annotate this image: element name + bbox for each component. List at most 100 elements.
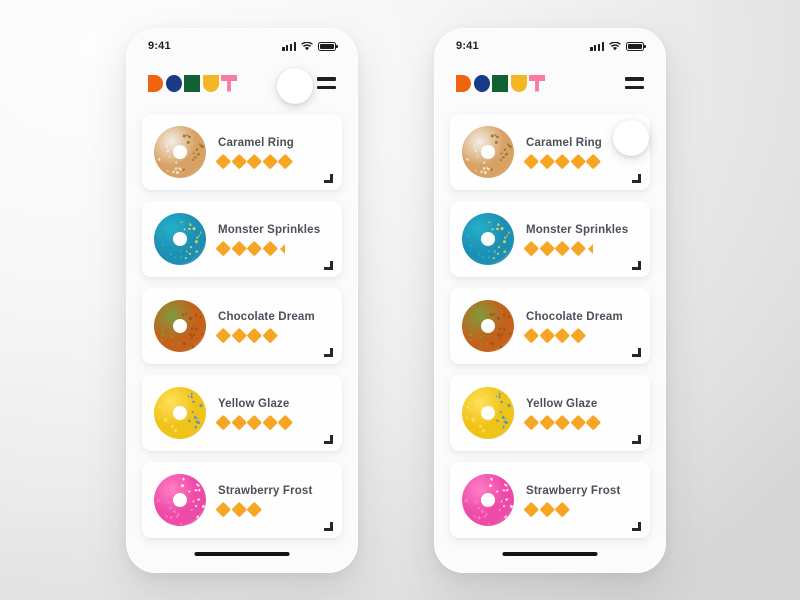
donut-sprinkle: [169, 515, 173, 520]
rating-diamond-full-icon: [570, 415, 586, 430]
cursor-pointer-right[interactable]: [613, 120, 649, 156]
rating-diamond-full-icon: [231, 328, 247, 343]
donut-sprinkle: [488, 522, 490, 525]
rating-diamond-full-icon: [523, 241, 539, 256]
donut-hole: [481, 145, 495, 159]
logo-letter-u-icon: [510, 74, 527, 92]
donut-logo[interactable]: [148, 74, 237, 92]
donut-sprinkle: [178, 249, 182, 253]
card-corner-marker-icon: [632, 261, 641, 270]
donut-card-monster-sprinkles[interactable]: Monster Sprinkles: [142, 201, 342, 277]
donut-rating[interactable]: [215, 154, 330, 169]
card-corner-marker-icon: [632, 174, 641, 183]
status-bar-time: 9:41: [148, 40, 171, 52]
rating-diamond-full-icon: [539, 154, 555, 169]
donut-list-right: Caramel Ring Monster Sprinkles Chocolate D…: [434, 108, 666, 538]
donut-rating[interactable]: [523, 328, 638, 343]
wifi-icon: [301, 41, 313, 51]
status-bar: 9:41: [126, 28, 358, 58]
donut-card-body: Monster Sprinkles: [523, 224, 638, 256]
rating-diamond-full-icon: [215, 415, 231, 430]
donut-sprinkle: [491, 227, 494, 231]
status-bar-icons: [590, 41, 646, 51]
donut-card-chocolate-dream[interactable]: Chocolate Dream: [450, 288, 650, 364]
hamburger-bar-top: [317, 77, 336, 81]
donut-hole: [481, 493, 495, 507]
rating-diamond-full-icon: [262, 241, 278, 256]
donut-thumbnail-image: [154, 300, 206, 352]
donut-card-body: Chocolate Dream: [523, 311, 638, 343]
donut-thumbnail-image: [462, 387, 514, 439]
donut-card-strawberry-frost[interactable]: Strawberry Frost: [450, 462, 650, 538]
donut-hole: [173, 232, 187, 246]
rating-diamond-half-icon: [588, 243, 593, 254]
rating-diamond-full-icon: [554, 328, 570, 343]
donut-card-yellow-glaze[interactable]: Yellow Glaze: [450, 375, 650, 451]
donut-card-body: Caramel Ring: [215, 137, 330, 169]
logo-letter-n-icon: [184, 74, 200, 92]
hamburger-bar-top: [625, 77, 644, 81]
donut-sprinkle: [480, 404, 483, 408]
rating-diamond-full-icon: [246, 415, 262, 430]
donut-card-body: Yellow Glaze: [215, 398, 330, 430]
donut-name: Strawberry Frost: [218, 485, 313, 497]
rating-diamond-full-icon: [215, 502, 231, 517]
donut-card-body: Strawberry Frost: [215, 485, 330, 517]
donut-thumbnail-image: [462, 300, 514, 352]
donut-rating[interactable]: [523, 154, 638, 169]
cursor-pointer-left[interactable]: [277, 68, 313, 104]
rating-diamond-full-icon: [262, 154, 278, 169]
donut-name: Yellow Glaze: [218, 398, 290, 410]
donut-sprinkle: [157, 416, 160, 419]
donut-card-strawberry-frost[interactable]: Strawberry Frost: [142, 462, 342, 538]
donut-sprinkle: [472, 486, 475, 489]
donut-sprinkle: [165, 224, 170, 228]
donut-card-body: Chocolate Dream: [215, 311, 330, 343]
donut-card-chocolate-dream[interactable]: Chocolate Dream: [142, 288, 342, 364]
donut-rating[interactable]: [215, 328, 330, 343]
donut-card-caramel-ring[interactable]: Caramel Ring: [142, 114, 342, 190]
wifi-icon: [609, 41, 621, 51]
donut-name: Caramel Ring: [218, 137, 294, 149]
donut-rating[interactable]: [215, 502, 330, 517]
donut-sprinkle: [180, 522, 182, 525]
home-indicator-bar: [194, 552, 290, 556]
donut-name: Chocolate Dream: [526, 311, 623, 323]
donut-rating[interactable]: [523, 241, 638, 256]
card-corner-marker-icon: [632, 522, 641, 531]
donut-card-yellow-glaze[interactable]: Yellow Glaze: [142, 375, 342, 451]
rating-diamond-full-icon: [585, 154, 601, 169]
rating-diamond-full-icon: [539, 328, 555, 343]
donut-rating[interactable]: [523, 415, 638, 430]
donut-logo[interactable]: [456, 74, 545, 92]
app-header: [434, 58, 666, 108]
donut-sprinkle: [473, 224, 478, 228]
hamburger-bar-bottom: [317, 85, 336, 89]
donut-rating[interactable]: [215, 241, 330, 256]
donut-sprinkle: [164, 486, 167, 489]
rating-diamond-full-icon: [585, 415, 601, 430]
home-indicator-bar: [502, 552, 598, 556]
donut-hole: [481, 406, 495, 420]
donut-hole: [481, 319, 495, 333]
donut-rating[interactable]: [523, 502, 638, 517]
battery-icon: [318, 41, 338, 51]
rating-diamond-full-icon: [215, 154, 231, 169]
donut-thumbnail-image: [154, 126, 206, 178]
donut-card-body: Strawberry Frost: [523, 485, 638, 517]
donut-card-monster-sprinkles[interactable]: Monster Sprinkles: [450, 201, 650, 277]
logo-letter-t-icon: [221, 74, 237, 92]
rating-diamond-full-icon: [570, 328, 586, 343]
hamburger-menu-icon[interactable]: [625, 77, 644, 89]
rating-diamond-full-icon: [277, 154, 293, 169]
donut-hole: [173, 145, 187, 159]
screenshot-stage: 9:41 Caramel Ring Monster Sprinkles Choc…: [0, 0, 800, 600]
donut-name: Strawberry Frost: [526, 485, 621, 497]
donut-sprinkle: [186, 395, 189, 398]
hamburger-menu-icon[interactable]: [317, 77, 336, 89]
rating-diamond-full-icon: [277, 415, 293, 430]
donut-name: Monster Sprinkles: [218, 224, 321, 236]
donut-hole: [173, 493, 187, 507]
donut-rating[interactable]: [215, 415, 330, 430]
rating-diamond-full-icon: [231, 154, 247, 169]
